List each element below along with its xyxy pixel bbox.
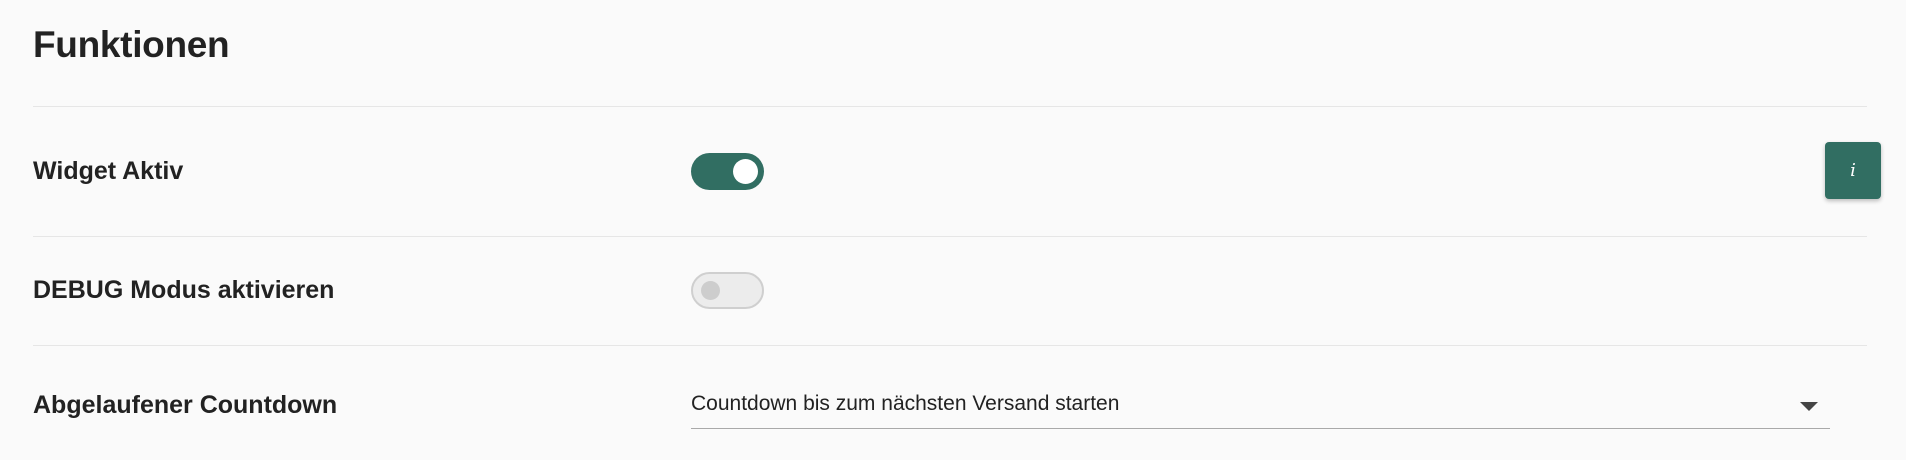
divider (33, 345, 1867, 346)
chevron-down-icon (1800, 402, 1818, 411)
divider (33, 236, 1867, 237)
debug-mode-toggle[interactable] (691, 272, 764, 309)
page-title: Funktionen (33, 24, 230, 65)
toggle-knob (701, 281, 720, 300)
divider (33, 106, 1867, 107)
info-button[interactable]: i (1825, 142, 1881, 199)
widget-active-label: Widget Aktiv (33, 157, 184, 185)
widget-active-toggle[interactable] (691, 153, 764, 190)
info-icon: i (1850, 160, 1856, 181)
select-value: Countdown bis zum nächsten Versand start… (691, 392, 1120, 415)
toggle-knob (733, 159, 758, 184)
expired-countdown-select[interactable]: Countdown bis zum nächsten Versand start… (691, 388, 1830, 429)
functions-panel: Funktionen Widget Aktiv i DEBUG Modus ak… (0, 0, 1906, 460)
debug-mode-label: DEBUG Modus aktivieren (33, 276, 335, 304)
expired-countdown-label: Abgelaufener Countdown (33, 391, 338, 419)
